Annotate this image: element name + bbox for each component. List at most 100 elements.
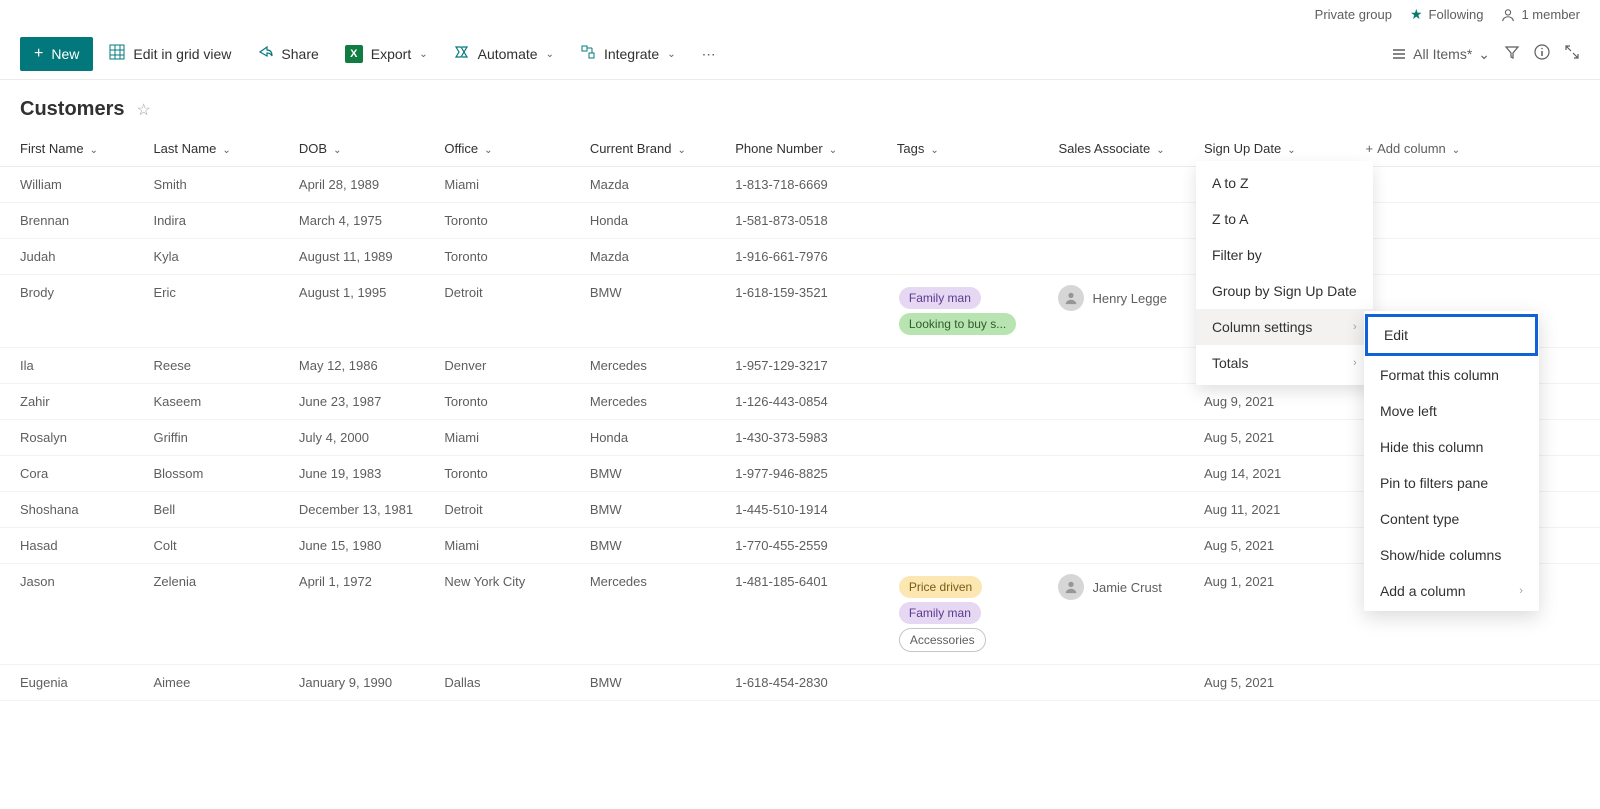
table-row[interactable]: ZahirKaseemJune 23, 1987TorontoMercedes1… — [0, 384, 1600, 420]
cell-first-name: Eugenia — [0, 665, 145, 701]
integrate-label: Integrate — [604, 46, 659, 62]
cell-brand: BMW — [582, 665, 727, 701]
content-type[interactable]: Content type — [1364, 501, 1539, 537]
cell-office: Denver — [436, 348, 581, 384]
private-group-label: Private group — [1315, 7, 1392, 22]
person-icon — [1501, 8, 1515, 22]
more-button[interactable]: ⋯ — [692, 40, 726, 69]
chevron-down-icon: ⌄ — [333, 145, 341, 156]
chevron-down-icon: ⌄ — [677, 145, 685, 156]
cell-first-name: William — [0, 167, 145, 203]
column-settings[interactable]: Column settings› — [1196, 309, 1373, 345]
chevron-down-icon: ⌄ — [419, 49, 427, 60]
chevron-down-icon: ⌄ — [222, 145, 230, 156]
cell-tags — [889, 348, 1051, 384]
cell-last-name: Kaseem — [145, 384, 290, 420]
col-signup[interactable]: Sign Up Date⌄ A to Z Z to A Filter by Gr… — [1196, 131, 1358, 167]
cell-office: Toronto — [436, 384, 581, 420]
cell-dob: July 4, 2000 — [291, 420, 436, 456]
table-row[interactable]: RosalynGriffinJuly 4, 2000MiamiHonda1-43… — [0, 420, 1600, 456]
automate-button[interactable]: Automate ⌄ — [444, 38, 564, 70]
add-a-column[interactable]: Add a column› — [1364, 573, 1539, 609]
cell-first-name: Jason — [0, 564, 145, 665]
cell-phone: 1-977-946-8825 — [727, 456, 889, 492]
col-dob[interactable]: DOB⌄ — [291, 131, 436, 167]
cell-brand: Mazda — [582, 167, 727, 203]
expand-icon[interactable] — [1564, 44, 1580, 65]
cell-tags: Price drivenFamily manAccessories — [889, 564, 1051, 665]
view-name: All Items* — [1413, 46, 1472, 62]
cell-first-name: Brennan — [0, 203, 145, 239]
cell-phone: 1-581-873-0518 — [727, 203, 889, 239]
cell-sales — [1050, 492, 1195, 528]
cell-first-name: Brody — [0, 275, 145, 348]
cell-first-name: Ila — [0, 348, 145, 384]
cell-signup: Aug 14, 2021 — [1196, 456, 1358, 492]
share-button[interactable]: Share — [247, 38, 328, 70]
table-row[interactable]: ShoshanaBellDecember 13, 1981DetroitBMW1… — [0, 492, 1600, 528]
filter-icon[interactable] — [1504, 44, 1520, 65]
view-selector[interactable]: All Items* ⌄ — [1391, 46, 1490, 63]
cell-office: Toronto — [436, 203, 581, 239]
col-last-name[interactable]: Last Name⌄ — [145, 131, 290, 167]
cell-tags — [889, 420, 1051, 456]
cell-phone: 1-916-661-7976 — [727, 239, 889, 275]
members-button[interactable]: 1 member — [1501, 7, 1580, 22]
cell-dob: April 28, 1989 — [291, 167, 436, 203]
sort-za[interactable]: Z to A — [1196, 201, 1373, 237]
favorite-star-icon[interactable]: ☆ — [136, 100, 150, 120]
chevron-down-icon: ⌄ — [1478, 46, 1490, 63]
chevron-down-icon: ⌄ — [1287, 145, 1295, 156]
totals[interactable]: Totals› — [1196, 345, 1373, 381]
chevron-down-icon: ⌄ — [484, 145, 492, 156]
format-column[interactable]: Format this column — [1364, 357, 1539, 393]
cell-tags — [889, 239, 1051, 275]
sort-az[interactable]: A to Z — [1196, 165, 1373, 201]
following-button[interactable]: ★ Following — [1410, 6, 1483, 23]
cell-last-name: Smith — [145, 167, 290, 203]
cell-phone: 1-813-718-6669 — [727, 167, 889, 203]
edit-grid-label: Edit in grid view — [133, 46, 231, 62]
cell-office: Dallas — [436, 665, 581, 701]
cell-phone: 1-618-454-2830 — [727, 665, 889, 701]
cell-last-name: Zelenia — [145, 564, 290, 665]
pin-filters[interactable]: Pin to filters pane — [1364, 465, 1539, 501]
add-column[interactable]: +Add column⌄ — [1358, 131, 1600, 167]
cell-phone: 1-430-373-5983 — [727, 420, 889, 456]
col-phone[interactable]: Phone Number⌄ — [727, 131, 889, 167]
move-left[interactable]: Move left — [1364, 393, 1539, 429]
share-icon — [257, 44, 273, 64]
col-first-name[interactable]: First Name⌄ — [0, 131, 145, 167]
col-brand[interactable]: Current Brand⌄ — [582, 131, 727, 167]
table-row[interactable]: CoraBlossomJune 19, 1983TorontoBMW1-977-… — [0, 456, 1600, 492]
flow-icon — [454, 44, 470, 64]
cell-phone: 1-770-455-2559 — [727, 528, 889, 564]
tag-badge: Accessories — [899, 628, 986, 652]
table-row[interactable]: EugeniaAimeeJanuary 9, 1990DallasBMW1-61… — [0, 665, 1600, 701]
col-office[interactable]: Office⌄ — [436, 131, 581, 167]
cell-phone: 1-957-129-3217 — [727, 348, 889, 384]
filter-by[interactable]: Filter by — [1196, 237, 1373, 273]
export-button[interactable]: X Export ⌄ — [335, 39, 438, 69]
table-row[interactable]: JasonZeleniaApril 1, 1972New York CityMe… — [0, 564, 1600, 665]
table-row[interactable]: HasadColtJune 15, 1980MiamiBMW1-770-455-… — [0, 528, 1600, 564]
avatar — [1058, 285, 1084, 311]
col-sales[interactable]: Sales Associate⌄ — [1050, 131, 1195, 167]
cell-dob: December 13, 1981 — [291, 492, 436, 528]
edit-grid-button[interactable]: Edit in grid view — [99, 38, 241, 70]
show-hide-columns[interactable]: Show/hide columns — [1364, 537, 1539, 573]
cell-last-name: Reese — [145, 348, 290, 384]
cell-brand: BMW — [582, 456, 727, 492]
col-tags[interactable]: Tags⌄ — [889, 131, 1051, 167]
info-icon[interactable] — [1534, 44, 1550, 65]
new-button[interactable]: + New — [20, 37, 93, 71]
members-label: 1 member — [1521, 7, 1580, 22]
table-wrapper: First Name⌄ Last Name⌄ DOB⌄ Office⌄ Curr… — [0, 131, 1600, 701]
hide-column[interactable]: Hide this column — [1364, 429, 1539, 465]
group-by[interactable]: Group by Sign Up Date — [1196, 273, 1373, 309]
column-dropdown: A to Z Z to A Filter by Group by Sign Up… — [1196, 161, 1373, 385]
chevron-down-icon: ⌄ — [90, 145, 98, 156]
edit-column[interactable]: Edit — [1365, 314, 1538, 356]
integrate-button[interactable]: Integrate ⌄ — [570, 38, 686, 70]
cell-brand: Mazda — [582, 239, 727, 275]
